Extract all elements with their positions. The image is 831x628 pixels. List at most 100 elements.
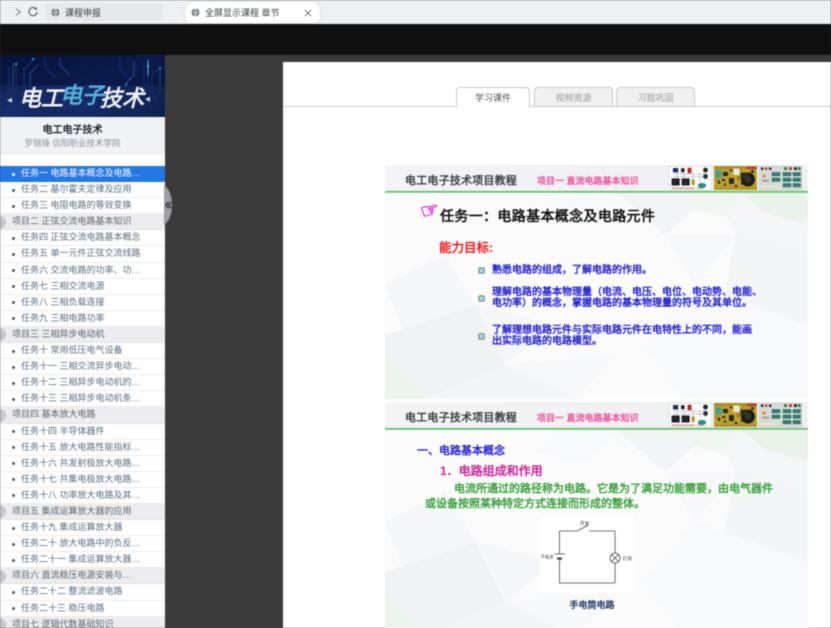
bullet-dot-icon [12,446,15,449]
figure-label-lamp: 灯泡 [623,555,633,562]
cube-bullet-icon [478,267,485,274]
nav-item[interactable]: 任务十六 共发射极放大电路… [0,456,165,472]
photo-trainer-panel [759,166,802,190]
nav-item[interactable]: 任务一 电路基本概念及电路… [0,166,165,182]
nav-item-label: 任务八 三相负载连接 [21,297,105,307]
banner-calligraphy: 电工 电子 技术 [19,83,147,111]
nav-item[interactable]: 任务十七 共集电极放大电路… [0,472,165,488]
nav-item[interactable]: 项目六 直流稳压电源安装与… [0,568,165,584]
course-banner: 电工 电子 技术 [0,55,165,117]
slide-deck-title: 电工电子技术项目教程 [405,172,517,188]
bullet-dot-icon [12,462,15,465]
nav-item-label: 任务三 电阻电路的等效变换 [21,200,132,210]
section-ring-icon [0,409,6,422]
nav-item[interactable]: 项目五 集成运算放大器的应用 [0,504,165,520]
nav-item[interactable]: 任务十一 三相交流异步电动… [0,359,165,375]
forward-chevron-icon[interactable] [12,6,24,18]
nav-item-label: 项目六 直流稳压电源安装与… [12,570,132,580]
nav-item[interactable]: 任务十四 半导体器件 [0,424,165,440]
tab-courseware[interactable]: 学习课件 [456,87,530,107]
bullet-dot-icon [12,559,15,562]
main-panel: 学习课件 视频资源 习题巩固 [283,62,831,628]
photo-pcb-board [714,403,757,427]
slide-1: 电工电子技术项目教程 项目一 直流电路基本知识 ☞ 任务一：电路基本概念及电路元… [385,165,808,399]
slide-header-photos [669,166,807,190]
nav-item[interactable]: 项目二 正弦交流电路基本知识 [0,214,165,230]
bullet-dot-icon [12,301,15,304]
nav-item[interactable]: 任务十九 集成运算放大器 [0,520,165,536]
section-ring-icon [0,618,6,628]
bullet-item: 理解电路的基本物理量（电流、电压、电位、电动势、电能、 电功率）的概念，掌握电路… [478,287,777,310]
nav-item-label: 项目四 基本放大电路 [12,409,96,419]
sidebar-collapse-handle[interactable] [164,185,172,225]
bullet-dot-icon [12,494,15,497]
bullet-dot-icon [12,253,15,256]
bullet-dot-icon [12,527,15,530]
nav-item[interactable]: 项目四 基本放大电路 [0,407,165,423]
banner-text-part1: 电工 [19,86,66,111]
nav-item[interactable]: 任务四 正弦交流电路基本概念 [0,230,165,246]
nav-item[interactable]: 任务十三 三相异步电动机条… [0,391,165,407]
slide-unit-label: 项目一 直流电路基本知识 [537,174,639,187]
photo-pcb-board [714,166,757,190]
bullet-dot-icon [12,237,15,240]
bullet-dot-icon [12,382,15,385]
nav-item-label: 任务十七 共集电极放大电路… [21,474,141,484]
header-green-line [385,191,808,193]
nav-item[interactable]: 任务二 基尔霍夫定律及应用 [0,182,165,198]
nav-item[interactable]: 任务二十二 整流滤波电路 [0,584,165,600]
bullet-text: 理解电路的基本物理量（电流、电压、电位、电动势、电能、 电功率）的概念，掌握电路… [492,287,777,310]
nav-item[interactable]: 项目三 三相异步电动机 [0,327,165,343]
bullet-text: 了解理想电路元件与实际电路元件在电特性上的不同，能画 出实际电路的电路模型。 [492,325,777,348]
globe-icon [191,8,200,17]
nav-item[interactable]: 任务八 三相负载连接 [0,295,165,311]
banner-circuit-art: 电工 电子 技术 [0,55,165,117]
figure-label-switch: 开关 [580,520,590,527]
figure-label-battery: 干电池 [541,554,555,561]
nav-item-label: 任务二十三 稳压电路 [21,603,105,613]
nav-item[interactable]: 任务十五 放大电路性能指标… [0,440,165,456]
nav-item[interactable]: 任务二十 放大电路中的负反… [0,536,165,552]
tab-exercises[interactable]: 习题巩固 [616,87,695,106]
browser-tab-fullscreen[interactable]: 全屏显示课程 章节 [185,2,320,23]
nav-item[interactable]: 任务二十三 稳压电路 [0,601,165,617]
bullet-dot-icon [12,205,15,208]
course-title: 电工电子技术 [0,117,145,136]
nav-item[interactable]: 项目七 逻辑代数基础知识 [0,617,165,628]
nav-item[interactable]: 任务二十一 集成运算放大器… [0,552,165,568]
nav-item-label: 任务十八 功率放大电路及其… [21,490,141,500]
nav-item-label: 任务七 三相交流电源 [21,281,105,291]
browser-tab-course[interactable]: 课程申报 [45,3,163,21]
bullet-dot-icon [12,430,15,433]
section-ring-icon [0,505,6,518]
nav-item[interactable]: 任务十 常用低压电气设备 [0,343,165,359]
nav-item-label: 任务二十二 整流滤波电路 [21,586,123,596]
section-ring-icon [0,216,6,229]
bullet-dot-icon [12,317,15,320]
bullet-dot-icon [12,543,15,546]
slide1-goal-label: 能力目标: [439,237,493,256]
nav-item[interactable]: 任务七 三相交流电源 [0,279,165,295]
nav-item[interactable]: 任务九 三相电路功率 [0,311,165,327]
course-head: 电工电子技术 罗锦锋 信阳职业技术学院 [0,117,165,154]
nav-item[interactable]: 任务三 电阻电路的等效变换 [0,198,165,214]
nav-item-label: 任务十二 三相异步电动机的… [21,377,141,387]
slide2-heading1: 一、电路基本概念 [417,442,505,458]
bullet-dot-icon [12,189,15,192]
nav-item-label: 任务二十 放大电路中的负反… [21,538,141,548]
nav-item-label: 项目二 正弦交流电路基本知识 [12,216,132,226]
slide-lowpoly-background [385,402,808,628]
nav-item[interactable]: 任务十八 功率放大电路及其… [0,488,165,504]
refresh-icon[interactable] [27,6,39,18]
nav-item[interactable]: 任务五 单一元件正弦交流线路 [0,246,165,262]
bullet-text: 熟悉电路的组成，了解电路的作用。 [492,265,777,276]
nav-item[interactable]: 任务六 交流电路的功率、功… [0,263,165,279]
nav-item-label: 任务十 常用低压电气设备 [21,345,123,355]
nav-item-label: 任务十一 三相交流异步电动… [21,361,141,371]
close-tab-icon[interactable] [304,9,312,17]
nav-item[interactable]: 任务十二 三相异步电动机的… [0,375,165,391]
tab-video-resources[interactable]: 视频资源 [534,87,613,106]
nav-item-label: 项目七 逻辑代数基础知识 [12,619,114,628]
slide-header-photos [669,403,807,427]
slide-2: 电工电子技术项目教程 项目一 直流电路基本知识 一、电路基本概念 1．电路组成和… [385,402,808,628]
